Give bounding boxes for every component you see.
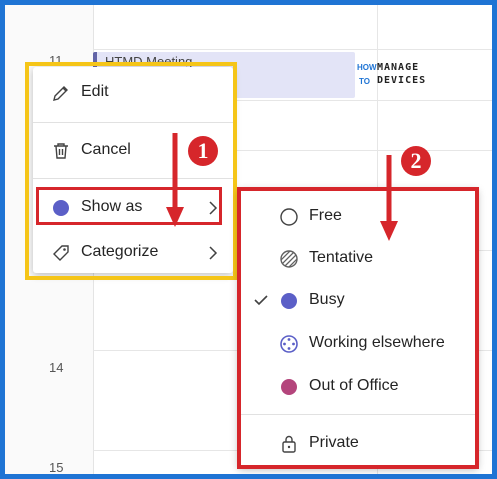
annotation-arrow-1 (166, 133, 184, 227)
pencil-icon (51, 83, 71, 103)
menu-divider (33, 178, 233, 179)
status-option-label: Out of Office (309, 377, 399, 394)
status-option-out-of-office[interactable]: Out of Office (238, 366, 478, 408)
logo-how: HOW (357, 63, 377, 72)
hour-label-15: 15 (49, 460, 64, 474)
hour-label-11: 11 (49, 53, 63, 68)
annotation-badge-1: 1 (188, 136, 218, 166)
logo-manage: MANAGE (377, 62, 420, 73)
status-option-label: Busy (309, 291, 345, 308)
tag-icon (51, 243, 71, 263)
checkmark-icon (254, 290, 268, 310)
status-option-label: Working elsewhere (309, 334, 445, 351)
menu-item-label: Cancel (81, 141, 131, 158)
trash-icon (51, 141, 71, 161)
menu-item-label: Categorize (81, 243, 159, 260)
busy-icon (279, 291, 299, 311)
hour-label-14: 14 (49, 360, 64, 375)
status-option-tentative[interactable]: Tentative (238, 238, 478, 280)
tentative-icon (279, 249, 299, 269)
menu-item-categorize[interactable]: Categorize (33, 231, 233, 275)
menu-divider (33, 122, 233, 123)
free-icon (279, 207, 299, 227)
annotation-badge-2: 2 (401, 146, 431, 176)
working-elsewhere-icon (279, 334, 299, 354)
status-option-private[interactable]: Private (238, 423, 478, 465)
logo-to: TO (359, 77, 370, 86)
menu-item-edit[interactable]: Edit (33, 71, 233, 115)
status-option-label: Free (309, 207, 342, 224)
menu-divider (238, 414, 478, 415)
grid-line (93, 49, 492, 50)
event-context-menu: Edit Cancel Show as Categorize (33, 67, 233, 273)
status-option-working-elsewhere[interactable]: Working elsewhere (238, 323, 478, 365)
menu-item-label: Edit (81, 83, 109, 100)
status-option-label: Tentative (309, 249, 374, 266)
logo-devices: DEVICES (377, 75, 427, 86)
out-of-office-icon (279, 377, 299, 397)
status-option-label: Private (309, 434, 359, 451)
annotation-arrow-2 (380, 155, 398, 241)
chevron-right-icon (207, 243, 219, 263)
show-as-submenu: Free Tentative Busy Working elsewhere Ou… (238, 188, 478, 468)
calendar-view: 11 14 15 HTMD Meeting HOW TO MANAGE DEVI… (5, 5, 492, 474)
show-as-highlight (36, 187, 222, 225)
status-option-free[interactable]: Free (238, 196, 478, 238)
status-option-busy[interactable]: Busy (238, 280, 478, 322)
lock-icon (279, 434, 299, 454)
watermark-logo: HOW TO MANAGE DEVICES (357, 62, 441, 89)
